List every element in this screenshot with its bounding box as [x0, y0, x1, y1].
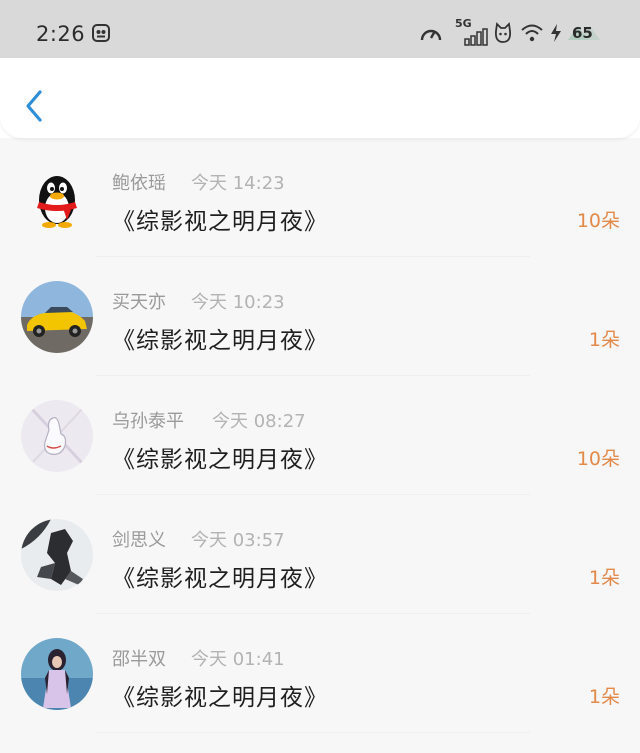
list-item[interactable]: 买天亦 今天 10:23 《综影视之明月夜》 1朵	[0, 257, 640, 376]
battery-level: 65	[572, 24, 593, 42]
hand-sketch-avatar[interactable]	[21, 400, 93, 472]
work-title: 《综影视之明月夜》	[112, 328, 328, 354]
work-title: 《综影视之明月夜》	[112, 447, 328, 473]
nav-bar	[0, 58, 640, 138]
list-item[interactable]: 邵半双 今天 01:41 《综影视之明月夜》 1朵	[0, 614, 640, 733]
list-item[interactable]: 剑思义 今天 03:57 《综影视之明月夜》 1朵	[0, 495, 640, 614]
work-title: 《综影视之明月夜》	[112, 209, 328, 235]
user-name: 鲍依瑶	[112, 173, 166, 194]
work-title: 《综影视之明月夜》	[112, 566, 328, 592]
gift-record-list: 鲍依瑶 今天 14:23 《综影视之明月夜》 10朵 买天亦 今天 10:23 …	[0, 138, 640, 753]
qq-penguin-avatar[interactable]	[21, 162, 93, 234]
post-time: 今天 10:23	[191, 292, 285, 313]
flower-count: 10朵	[576, 210, 620, 232]
yellow-car-avatar[interactable]	[21, 281, 93, 353]
cat-face-icon	[494, 22, 512, 43]
charging-bolt-icon	[551, 24, 561, 42]
post-time: 今天 01:41	[191, 649, 285, 670]
speedometer-icon	[420, 29, 442, 41]
divider	[96, 732, 530, 733]
flower-count: 1朵	[588, 567, 620, 589]
status-time: 2:26	[36, 22, 86, 46]
flower-count: 10朵	[576, 448, 620, 470]
signal-strength-icon	[464, 28, 488, 46]
post-time: 今天 14:23	[191, 173, 285, 194]
flower-count: 1朵	[588, 686, 620, 708]
user-name: 邵半双	[112, 649, 166, 670]
list-item[interactable]: 鲍依瑶 今天 14:23 《综影视之明月夜》 10朵	[0, 138, 640, 257]
dancer-avatar[interactable]	[21, 519, 93, 591]
back-button[interactable]	[20, 86, 50, 126]
user-name: 乌孙泰平	[112, 411, 184, 432]
post-time: 今天 03:57	[191, 530, 285, 551]
work-title: 《综影视之明月夜》	[112, 685, 328, 711]
post-time: 今天 08:27	[212, 411, 306, 432]
user-name: 买天亦	[112, 292, 166, 313]
status-indicators: 5G 65	[420, 17, 610, 48]
list-item[interactable]: 乌孙泰平 今天 08:27 《综影视之明月夜》 10朵	[0, 376, 640, 495]
flower-count: 1朵	[588, 329, 620, 351]
wifi-icon	[521, 24, 543, 42]
chevron-left-icon	[26, 90, 42, 122]
status-bar: 2:26 5G 65	[0, 0, 640, 58]
user-name: 剑思义	[112, 530, 166, 551]
app-notification-icon	[92, 24, 110, 42]
girl-photo-avatar[interactable]	[21, 638, 93, 710]
